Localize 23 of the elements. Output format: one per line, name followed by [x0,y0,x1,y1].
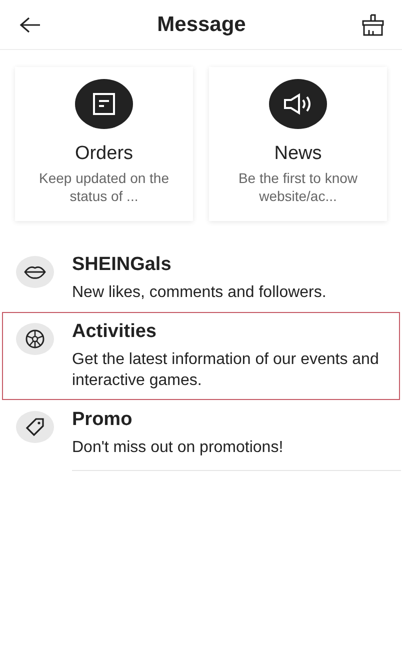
message-list-item[interactable]: SHEINGals New likes, comments and followers. [2,245,400,312]
item-title: Promo [72,409,134,431]
card-description: Be the first to know website/ac... [237,169,359,205]
back-arrow-icon[interactable] [19,16,41,34]
item-description: New likes, comments and followers. [72,283,328,303]
item-description: Get the latest information of our events and interactive games. [72,350,380,391]
item-description: Don't miss out on promotions! [72,438,284,458]
message-category-card[interactable]: Orders Keep updated on the status of ... [15,67,193,221]
broom-icon[interactable] [362,14,384,36]
card-description: Keep updated on the status of ... [38,169,170,205]
card-title: Orders [74,143,134,165]
lips-icon [24,265,46,279]
message-list-item[interactable]: Activities Get the latest information of our events and interactive games. [2,312,400,400]
speaker-icon [283,93,313,115]
message-list-item[interactable]: Promo Don't miss out on promotions! [2,400,400,480]
document-icon [92,92,116,116]
tag-icon [25,417,45,437]
item-title: Activities [72,321,158,343]
card-title: News [274,143,322,165]
message-category-card[interactable]: News Be the first to know website/ac... [209,67,387,221]
item-title: SHEINGals [72,254,172,276]
page-title: Message [157,12,246,36]
wheel-icon [25,329,45,349]
